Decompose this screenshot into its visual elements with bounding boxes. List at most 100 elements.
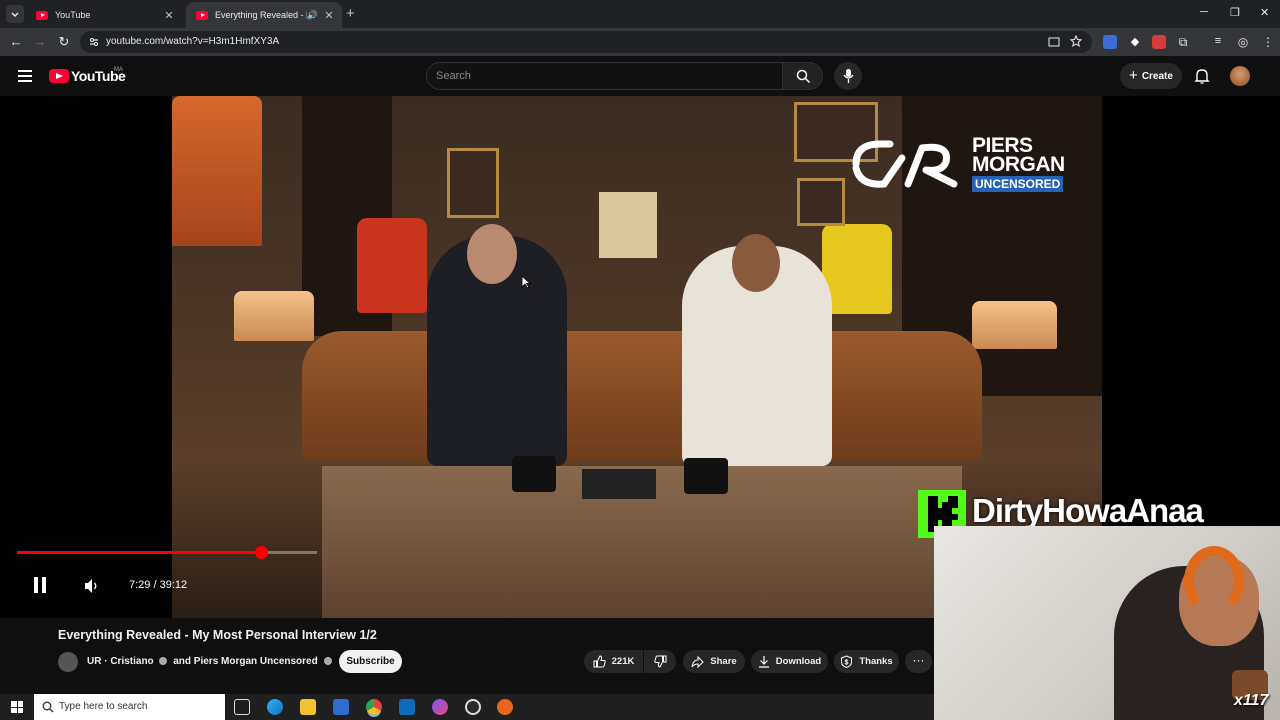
red-extension-icon[interactable] <box>1152 35 1166 49</box>
reload-button[interactable]: ↻ <box>56 34 72 50</box>
file-explorer-icon[interactable] <box>300 699 316 715</box>
youtube-logo-icon[interactable] <box>49 69 69 83</box>
share-button[interactable]: Share <box>683 650 745 673</box>
speaker-icon[interactable]: 🔊 <box>307 10 318 21</box>
hamburger-menu-icon[interactable] <box>18 70 32 85</box>
search-icon <box>42 701 54 713</box>
search-placeholder: Search <box>436 70 471 82</box>
tab-search-button[interactable] <box>6 5 24 23</box>
svg-text:$: $ <box>845 660 849 667</box>
piers-morgan-brand: PIERS MORGAN UNCENSORED <box>972 135 1065 193</box>
pause-icon <box>34 577 38 593</box>
plus-icon: + <box>1129 66 1138 84</box>
progress-played <box>17 551 262 554</box>
notifications-bell-icon[interactable] <box>1194 68 1210 84</box>
search-input[interactable]: Search <box>426 62 783 90</box>
tab-youtube[interactable]: YouTube ✕ <box>26 2 182 28</box>
youtube-favicon-icon <box>196 10 208 20</box>
channel-name-a[interactable]: UR · Cristiano <box>87 656 154 667</box>
channel-join: and <box>173 656 192 667</box>
store-icon[interactable] <box>333 699 349 715</box>
site-info-icon[interactable] <box>88 36 100 48</box>
taskbar-search-input[interactable]: Type here to search <box>34 694 225 720</box>
more-actions-button[interactable]: ··· <box>905 650 932 673</box>
download-icon <box>758 656 769 668</box>
browser-tab-strip: YouTube ✕ Everything Revealed - My M 🔊 ✕… <box>0 0 1280 28</box>
extensions-puzzle-icon[interactable]: ⧉ <box>1176 35 1190 49</box>
thanks-button[interactable]: $ Thanks <box>834 650 899 673</box>
ur-logo-icon <box>852 140 958 188</box>
address-bar[interactable]: youtube.com/watch?v=H3m1HmfXY3A <box>80 31 1092 53</box>
search-icon <box>796 69 811 84</box>
bookmark-star-icon[interactable] <box>1070 35 1082 47</box>
mouse-cursor-icon <box>521 275 531 289</box>
pause-button[interactable] <box>34 577 50 598</box>
install-app-icon[interactable] <box>1048 36 1060 48</box>
channel-name-b[interactable]: Piers Morgan Uncensored <box>194 656 318 667</box>
share-icon <box>691 655 705 668</box>
create-label: Create <box>1141 70 1173 82</box>
verified-icon <box>159 657 168 666</box>
browser-toolbar: ← → ↻ youtube.com/watch?v=H3m1HmfXY3A ◆ … <box>0 28 1280 56</box>
channel-avatar[interactable] <box>58 652 78 672</box>
windows-start-icon[interactable] <box>11 701 23 713</box>
chrome-browser-icon[interactable] <box>366 699 382 715</box>
tab-title: Everything Revealed - My M <box>215 10 307 20</box>
video-player[interactable]: PIERS MORGAN UNCENSORED 7:29 / 39:12 Dir… <box>0 96 1280 720</box>
microphone-icon <box>843 69 854 83</box>
country-code: MA <box>114 67 123 73</box>
windows-taskbar: Type here to search <box>0 694 934 720</box>
dislike-button[interactable] <box>644 650 676 673</box>
channel-line[interactable]: UR · Cristiano and Piers Morgan Uncensor… <box>87 656 335 667</box>
minimize-button[interactable]: ─ <box>1200 6 1208 18</box>
edge-browser-icon[interactable] <box>267 699 283 715</box>
app-icon[interactable] <box>497 699 513 715</box>
new-tab-button[interactable]: + <box>346 5 355 22</box>
taskbar-search-placeholder: Type here to search <box>59 701 148 712</box>
brand-line: UNCENSORED <box>972 176 1064 192</box>
tab-close-icon[interactable]: ✕ <box>162 9 176 22</box>
download-label: Download <box>775 656 822 667</box>
task-view-icon[interactable] <box>234 699 250 715</box>
video-info: Everything Revealed - My Most Personal I… <box>0 618 934 694</box>
like-button[interactable]: 221K <box>584 650 643 673</box>
window-close-button[interactable]: ✕ <box>1260 6 1269 19</box>
forward-button[interactable]: → <box>32 34 48 50</box>
url-text: youtube.com/watch?v=H3m1HmfXY3A <box>106 36 280 47</box>
profile-icon[interactable]: ◎ <box>1236 35 1250 49</box>
video-progress-bar[interactable] <box>17 546 317 559</box>
voice-search-button[interactable] <box>834 62 862 90</box>
outlook-icon[interactable] <box>399 699 415 715</box>
volume-icon[interactable] <box>84 578 100 594</box>
youtube-favicon-icon <box>36 10 48 20</box>
back-button[interactable]: ← <box>8 34 24 50</box>
streamer-name: DirtyHowaAnaa <box>972 492 1204 529</box>
brand-line: MORGAN <box>972 153 1065 176</box>
app-icon[interactable] <box>465 699 481 715</box>
maximize-button[interactable]: ❐ <box>1230 6 1240 19</box>
browser-menu-icon[interactable]: ⋮ <box>1261 35 1275 49</box>
video-title: Everything Revealed - My Most Personal I… <box>58 628 377 642</box>
youtube-header: YouTube MA Search + Create <box>0 56 1280 96</box>
subscribe-button[interactable]: Subscribe <box>339 650 402 673</box>
thumbs-up-icon <box>593 655 606 668</box>
tab-title: YouTube <box>55 10 91 20</box>
diamond-extension-icon[interactable]: ◆ <box>1128 35 1142 49</box>
tab-video[interactable]: Everything Revealed - My M 🔊 ✕ <box>186 2 342 28</box>
time-display: 7:29 / 39:12 <box>129 579 188 591</box>
translate-extension-icon[interactable] <box>1103 35 1117 49</box>
thanks-icon: $ <box>841 655 853 668</box>
download-button[interactable]: Download <box>751 650 828 673</box>
share-label: Share <box>710 656 737 667</box>
app-icon[interactable] <box>432 699 448 715</box>
search-button[interactable] <box>783 62 823 90</box>
like-count: 221K <box>611 656 635 667</box>
create-button[interactable]: + Create <box>1120 63 1182 89</box>
tab-close-icon[interactable]: ✕ <box>322 9 336 22</box>
thanks-label: Thanks <box>859 656 893 667</box>
account-avatar[interactable] <box>1230 66 1250 86</box>
multiplier-badge: x117 <box>1234 692 1269 709</box>
webcam-overlay <box>934 526 1280 720</box>
media-control-icon[interactable]: ≡ <box>1211 35 1225 49</box>
chevron-down-icon <box>11 12 19 17</box>
